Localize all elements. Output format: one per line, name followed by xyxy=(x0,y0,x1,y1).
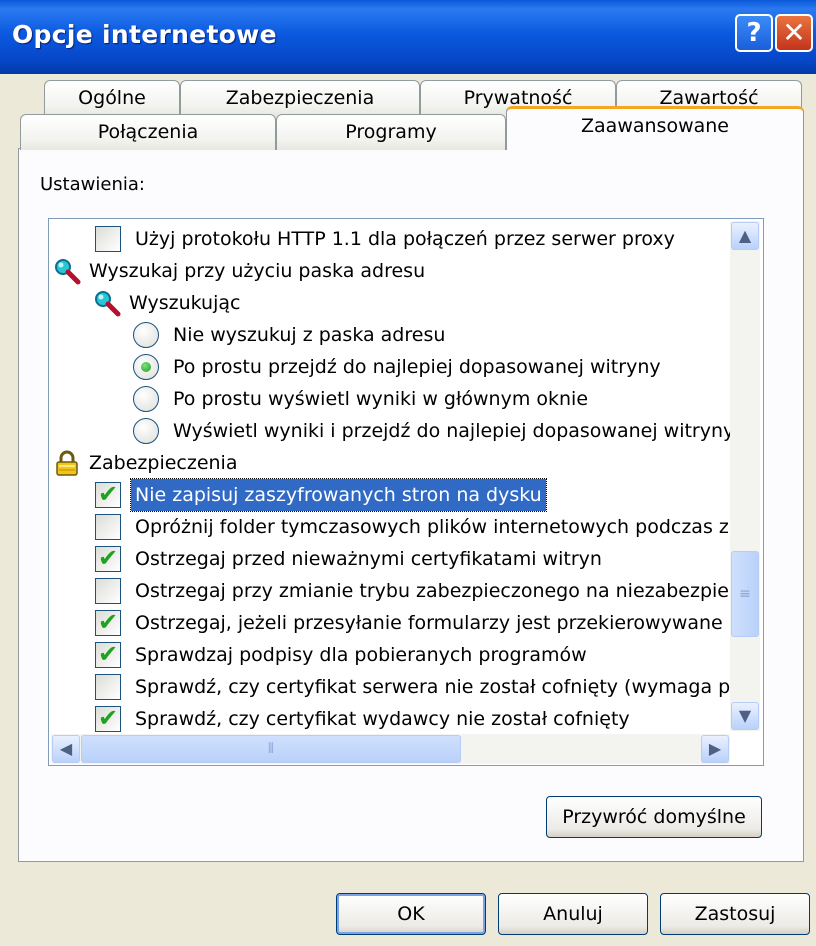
padlock-icon xyxy=(56,450,78,476)
tab-zaawansowane[interactable]: Zaawansowane xyxy=(506,106,804,150)
checkbox[interactable] xyxy=(95,226,121,252)
restore-defaults-button[interactable]: Przywróć domyślne xyxy=(546,796,762,838)
setting-checkbox-row[interactable]: Użyj protokołu HTTP 1.1 dla połączeń prz… xyxy=(95,223,763,255)
checkbox[interactable] xyxy=(95,578,121,604)
setting-label: Ostrzegaj przy zmianie trybu zabezpieczo… xyxy=(135,580,740,602)
setting-checkbox-row[interactable]: ✔ Ostrzegaj przed nieważnymi certyfikatam… xyxy=(95,543,763,575)
setting-label: Po prostu wyświetl wyniki w głównym okni… xyxy=(173,388,589,410)
setting-label: Po prostu przejdź do najlepiej dopasowan… xyxy=(173,356,661,378)
radio-button[interactable] xyxy=(133,386,159,412)
vertical-scrollbar[interactable]: ▲ ≡ ▼ xyxy=(730,221,760,731)
magnifier-icon xyxy=(55,259,81,285)
horizontal-scroll-thumb[interactable]: ⦀ xyxy=(81,735,461,763)
tab-ogolne[interactable]: Ogólne xyxy=(44,80,180,116)
checkbox[interactable] xyxy=(95,514,121,540)
setting-label: Użyj protokołu HTTP 1.1 dla połączeń prz… xyxy=(135,228,675,250)
setting-label: Wyświetl wyniki i przejdź do najlepiej d… xyxy=(173,420,735,442)
setting-label: Sprawdzaj podpisy dla pobieranych progra… xyxy=(135,644,587,666)
setting-checkbox-row[interactable]: ✔ Ostrzegaj, jeżeli przesyłanie formularz… xyxy=(95,607,763,639)
checkbox[interactable]: ✔ xyxy=(95,544,121,572)
setting-radio-row[interactable]: Wyświetl wyniki i przejdź do najlepiej d… xyxy=(133,415,763,447)
checkbox[interactable]: ✔ xyxy=(95,608,121,636)
setting-radio-row[interactable]: Po prostu wyświetl wyniki w głównym okni… xyxy=(133,383,763,415)
scroll-down-button[interactable]: ▼ xyxy=(731,702,759,730)
setting-label: Ostrzegaj przed nieważnymi certyfikatami… xyxy=(135,548,602,570)
tab-zabezpieczenia[interactable]: Zabezpieczenia xyxy=(180,80,420,116)
radio-button[interactable] xyxy=(133,322,159,348)
cancel-button[interactable]: Anuluj xyxy=(498,893,648,935)
setting-label: Ostrzegaj, jeżeli przesyłanie formularzy… xyxy=(135,612,723,634)
checkbox[interactable] xyxy=(95,674,121,700)
checkbox[interactable]: ✔ xyxy=(95,704,121,732)
checkmark-icon: ✔ xyxy=(98,640,119,668)
vertical-scroll-thumb[interactable]: ≡ xyxy=(731,551,759,637)
checkmark-icon: ✔ xyxy=(98,608,119,636)
internet-options-window: Opcje internetowe ? ✕ Ogólne Zabezpiecze… xyxy=(0,0,816,946)
setting-checkbox-row[interactable]: Sprawdź, czy certyfikat serwera nie zost… xyxy=(95,671,763,703)
setting-label: Nie wyszukuj z paska adresu xyxy=(173,324,446,346)
radio-button[interactable] xyxy=(133,354,159,380)
setting-checkbox-row[interactable]: ✔ Nie zapisuj zaszyfrowanych stron na dys… xyxy=(95,478,763,512)
setting-label: Opróżnij folder tymczasowych plików inte… xyxy=(135,516,729,538)
setting-label: Wyszukaj przy użyciu paska adresu xyxy=(89,260,426,282)
scroll-right-button[interactable]: ▶ xyxy=(701,735,729,763)
setting-label: Sprawdź, czy certyfikat wydawcy nie zost… xyxy=(135,708,630,730)
tab-polaczenia[interactable]: Połączenia xyxy=(20,114,276,150)
setting-label: Nie zapisuj zaszyfrowanych stron na dysk… xyxy=(130,478,547,512)
settings-list[interactable]: Użyj protokołu HTTP 1.1 dla połączeń prz… xyxy=(48,218,764,766)
setting-checkbox-row[interactable]: ✔ Sprawdzaj podpisy dla pobieranych progr… xyxy=(95,639,763,671)
window-title: Opcje internetowe xyxy=(12,20,277,49)
setting-checkbox-row[interactable]: ✔ Sprawdź, czy certyfikat wydawcy nie zos… xyxy=(95,703,763,735)
tab-programy[interactable]: Programy xyxy=(276,114,506,150)
setting-label: Zabezpieczenia xyxy=(89,452,238,474)
setting-checkbox-row[interactable]: Ostrzegaj przy zmianie trybu zabezpieczo… xyxy=(95,575,763,607)
scroll-left-button[interactable]: ◀ xyxy=(52,735,80,763)
setting-label: Sprawdź, czy certyfikat serwera nie zost… xyxy=(135,676,731,698)
settings-label: Ustawienia: xyxy=(40,174,145,195)
horizontal-scrollbar[interactable]: ◀ ⦀ ▶ xyxy=(51,734,730,764)
radio-dot xyxy=(141,362,151,372)
setting-checkbox-row[interactable]: Opróżnij folder tymczasowych plików inte… xyxy=(95,511,763,543)
checkmark-icon: ✔ xyxy=(98,544,119,572)
magnifier-icon xyxy=(95,291,121,317)
radio-button[interactable] xyxy=(133,418,159,444)
checkbox[interactable]: ✔ xyxy=(95,480,121,508)
help-button[interactable]: ? xyxy=(735,14,773,52)
checkmark-icon: ✔ xyxy=(98,704,119,732)
checkmark-icon: ✔ xyxy=(98,480,119,508)
setting-group-header: Wyszukaj przy użyciu paska adresu xyxy=(53,255,763,287)
scroll-up-button[interactable]: ▲ xyxy=(731,222,759,250)
setting-group-header: Wyszukując xyxy=(93,287,763,319)
setting-radio-row[interactable]: Po prostu przejdź do najlepiej dopasowan… xyxy=(133,351,763,383)
setting-group-header: Zabezpieczenia xyxy=(53,447,763,479)
checkbox[interactable]: ✔ xyxy=(95,640,121,668)
title-bar[interactable]: Opcje internetowe ? ✕ xyxy=(0,0,816,74)
apply-button[interactable]: Zastosuj xyxy=(660,893,810,935)
ok-button[interactable]: OK xyxy=(336,893,486,935)
setting-label: Wyszukując xyxy=(129,292,241,314)
close-button[interactable]: ✕ xyxy=(775,14,813,52)
setting-radio-row[interactable]: Nie wyszukuj z paska adresu xyxy=(133,319,763,351)
